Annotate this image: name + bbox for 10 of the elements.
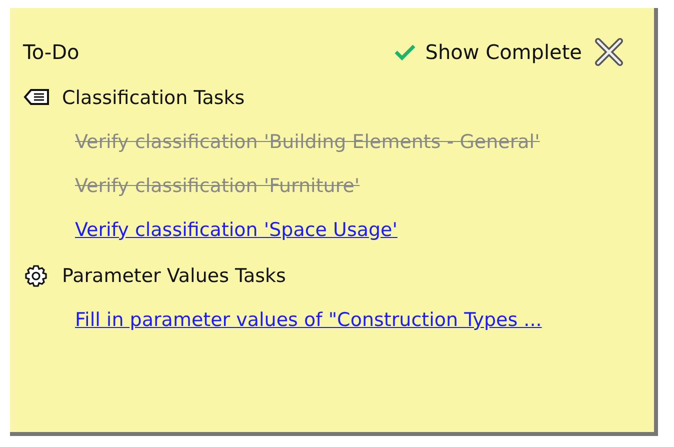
group-title: Parameter Values Tasks xyxy=(62,265,286,287)
group-title: Classification Tasks xyxy=(62,87,245,109)
close-icon xyxy=(594,37,624,67)
task-link[interactable]: Fill in parameter values of "Construction Types ... xyxy=(75,309,542,331)
panel-title: To-Do xyxy=(23,40,80,64)
task-link[interactable]: Verify classification 'Space Usage' xyxy=(75,219,398,241)
close-button[interactable] xyxy=(594,37,624,67)
show-complete-toggle[interactable]: Show Complete xyxy=(393,40,582,64)
gear-icon xyxy=(23,265,50,287)
check-icon xyxy=(393,42,418,62)
